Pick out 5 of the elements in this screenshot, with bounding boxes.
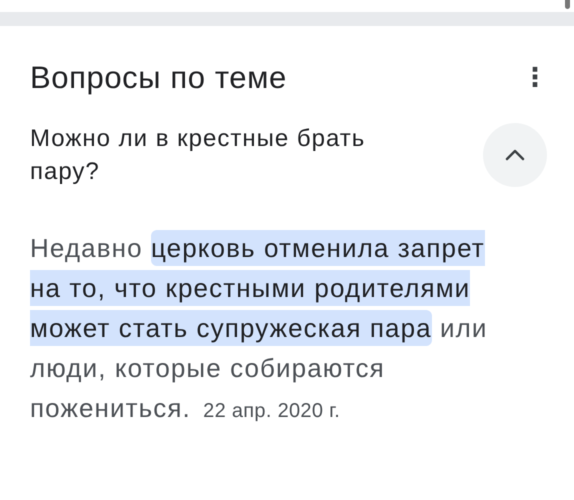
scrollbar-thumb[interactable]: [565, 0, 570, 9]
question-text[interactable]: Можно ли в крестные брать пару?: [30, 122, 430, 188]
section-title: Вопросы по теме: [30, 60, 287, 96]
more-menu-button[interactable]: ⋮: [518, 63, 552, 93]
chevron-icon: [504, 148, 526, 162]
